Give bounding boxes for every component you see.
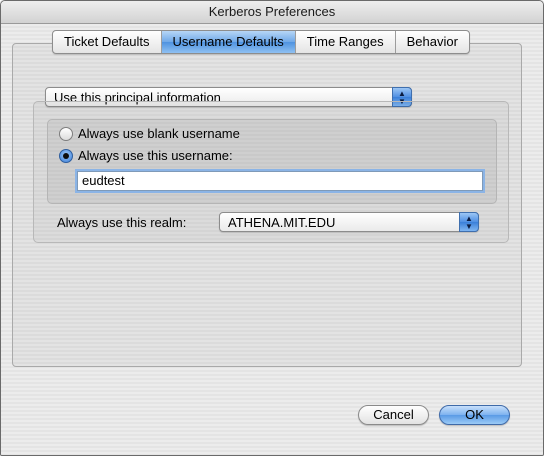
- realm-popup[interactable]: ATHENA.MIT.EDU ▲ ▼: [219, 212, 479, 232]
- blank-username-label: Always use blank username: [78, 126, 240, 141]
- tab-bar: Ticket Defaults Username Defaults Time R…: [52, 30, 470, 54]
- tab-username-defaults[interactable]: Username Defaults: [161, 31, 296, 53]
- tab-behavior[interactable]: Behavior: [396, 31, 469, 53]
- realm-label: Always use this realm:: [57, 215, 187, 230]
- blank-username-option[interactable]: Always use blank username: [59, 126, 240, 141]
- radio-dot-icon: [63, 152, 69, 159]
- cancel-button[interactable]: Cancel: [358, 405, 429, 425]
- this-username-label: Always use this username:: [78, 148, 233, 163]
- ok-button[interactable]: OK: [439, 405, 510, 425]
- radio-checked-icon[interactable]: [59, 148, 73, 163]
- popup-arrows-icon: ▲ ▼: [459, 212, 479, 232]
- window-title: Kerberos Preferences: [1, 1, 543, 24]
- tab-ticket-defaults[interactable]: Ticket Defaults: [53, 31, 162, 53]
- tab-time-ranges[interactable]: Time Ranges: [296, 31, 396, 53]
- radio-unchecked-icon[interactable]: [59, 126, 73, 141]
- username-field[interactable]: eudtest: [77, 171, 483, 191]
- realm-value: ATHENA.MIT.EDU: [228, 215, 336, 230]
- this-username-option[interactable]: Always use this username:: [59, 148, 233, 163]
